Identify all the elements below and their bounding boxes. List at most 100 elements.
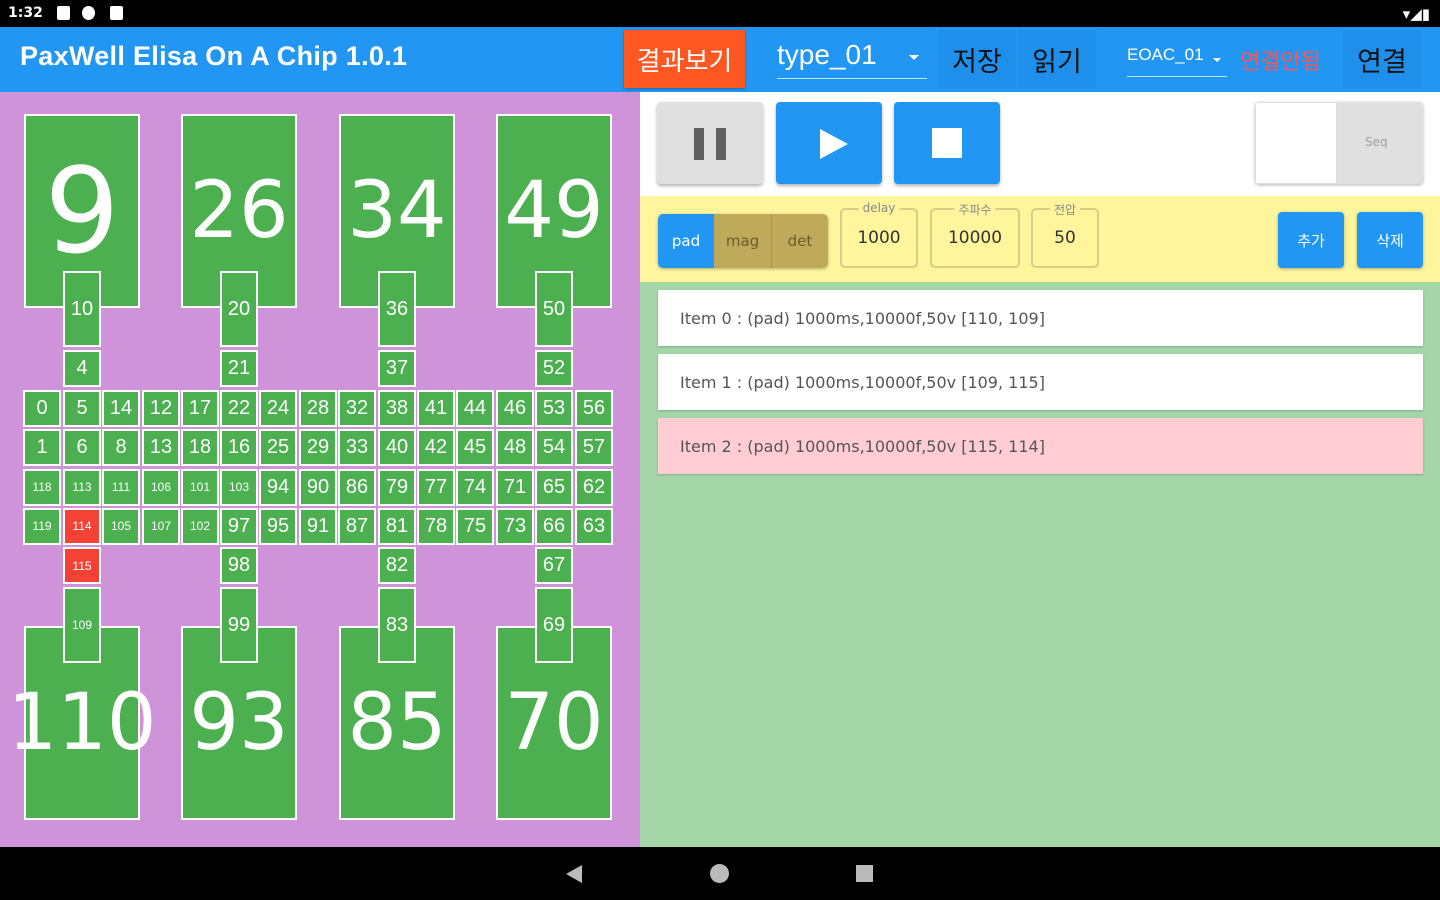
electrode-cell[interactable]: 97	[220, 507, 258, 545]
electrode-cell[interactable]: 37	[378, 350, 416, 387]
electrode-cell[interactable]: 79	[378, 468, 416, 506]
electrode-cell[interactable]: 87	[338, 507, 376, 545]
electrode-cell[interactable]: 69	[535, 587, 573, 663]
electrode-cell[interactable]: 106	[142, 468, 180, 506]
electrode-cell[interactable]: 6	[63, 428, 101, 466]
back-icon[interactable]	[566, 865, 582, 883]
electrode-cell[interactable]: 45	[456, 428, 494, 466]
electrode-cell[interactable]: 105	[102, 507, 140, 545]
electrode-cell[interactable]: 94	[259, 468, 297, 506]
electrode-cell[interactable]: 10	[63, 271, 101, 347]
electrode-cell[interactable]: 66	[535, 507, 573, 545]
electrode-cell[interactable]: 46	[496, 389, 534, 427]
electrode-cell[interactable]: 48	[496, 428, 534, 466]
recents-icon[interactable]	[856, 865, 873, 882]
electrode-cell[interactable]: 28	[299, 389, 337, 427]
electrode-cell[interactable]: 41	[417, 389, 455, 427]
electrode-cell[interactable]: 36	[378, 271, 416, 347]
electrode-cell[interactable]: 103	[220, 468, 258, 506]
seq-toggle[interactable]: Seq	[1255, 102, 1423, 184]
electrode-cell[interactable]: 74	[456, 468, 494, 506]
electrode-cell[interactable]: 102	[181, 507, 219, 545]
mode-mag[interactable]: mag	[714, 214, 772, 268]
results-button[interactable]: 결과보기	[624, 30, 745, 88]
mode-det[interactable]: det	[772, 214, 828, 268]
electrode-cell[interactable]: 62	[575, 468, 613, 506]
electrode-cell[interactable]: 13	[142, 428, 180, 466]
electrode-cell[interactable]: 22	[220, 389, 258, 427]
electrode-cell[interactable]: 0	[23, 389, 61, 427]
electrode-cell[interactable]: 42	[417, 428, 455, 466]
electrode-cell[interactable]: 101	[181, 468, 219, 506]
sequence-item[interactable]: Item 0 : (pad) 1000ms,10000f,50v [110, 1…	[658, 290, 1423, 346]
electrode-cell[interactable]: 98	[220, 547, 258, 584]
electrode-cell[interactable]: 75	[456, 507, 494, 545]
electrode-cell[interactable]: 1	[23, 428, 61, 466]
electrode-cell[interactable]: 33	[338, 428, 376, 466]
electrode-cell[interactable]: 83	[378, 587, 416, 663]
electrode-cell[interactable]: 71	[496, 468, 534, 506]
electrode-cell[interactable]: 18	[181, 428, 219, 466]
electrode-cell[interactable]: 119	[23, 507, 61, 545]
load-button[interactable]: 읽기	[1018, 30, 1096, 88]
electrode-cell[interactable]: 65	[535, 468, 573, 506]
home-icon[interactable]	[710, 864, 729, 883]
electrode-cell[interactable]: 115	[63, 547, 101, 584]
connect-button[interactable]: 연결	[1343, 30, 1421, 88]
sequence-item[interactable]: Item 1 : (pad) 1000ms,10000f,50v [109, 1…	[658, 354, 1423, 410]
type-select[interactable]: type_01	[777, 39, 927, 79]
electrode-cell[interactable]: 114	[63, 507, 101, 545]
electrode-cell[interactable]: 77	[417, 468, 455, 506]
frequency-field[interactable]: 주파수 10000	[930, 201, 1020, 268]
pause-button[interactable]	[657, 102, 763, 184]
electrode-cell[interactable]: 81	[378, 507, 416, 545]
electrode-cell[interactable]: 38	[378, 389, 416, 427]
electrode-cell[interactable]: 14	[102, 389, 140, 427]
electrode-cell[interactable]: 21	[220, 350, 258, 387]
electrode-cell[interactable]: 12	[142, 389, 180, 427]
electrode-cell[interactable]: 95	[259, 507, 297, 545]
electrode-cell[interactable]: 111	[102, 468, 140, 506]
electrode-cell[interactable]: 40	[378, 428, 416, 466]
electrode-cell[interactable]: 56	[575, 389, 613, 427]
electrode-cell[interactable]: 44	[456, 389, 494, 427]
play-button[interactable]	[776, 102, 882, 184]
electrode-cell[interactable]: 20	[220, 271, 258, 347]
electrode-cell[interactable]: 73	[496, 507, 534, 545]
electrode-cell[interactable]: 78	[417, 507, 455, 545]
electrode-cell[interactable]: 54	[535, 428, 573, 466]
voltage-field[interactable]: 전압 50	[1031, 201, 1099, 268]
electrode-cell[interactable]: 4	[63, 350, 101, 387]
save-button[interactable]: 저장	[938, 30, 1016, 88]
electrode-cell[interactable]: 113	[63, 468, 101, 506]
electrode-cell[interactable]: 50	[535, 271, 573, 347]
electrode-cell[interactable]: 118	[23, 468, 61, 506]
electrode-cell[interactable]: 24	[259, 389, 297, 427]
electrode-cell[interactable]: 91	[299, 507, 337, 545]
add-button[interactable]: 추가	[1278, 212, 1344, 268]
electrode-cell[interactable]: 99	[220, 587, 258, 663]
electrode-cell[interactable]: 53	[535, 389, 573, 427]
electrode-cell[interactable]: 25	[259, 428, 297, 466]
electrode-cell[interactable]: 5	[63, 389, 101, 427]
electrode-cell[interactable]: 90	[299, 468, 337, 506]
electrode-cell[interactable]: 57	[575, 428, 613, 466]
electrode-cell[interactable]: 17	[181, 389, 219, 427]
delete-button[interactable]: 삭제	[1357, 212, 1423, 268]
delay-field[interactable]: delay 1000	[840, 201, 918, 268]
electrode-cell[interactable]: 29	[299, 428, 337, 466]
electrode-cell[interactable]: 86	[338, 468, 376, 506]
electrode-cell[interactable]: 8	[102, 428, 140, 466]
electrode-cell[interactable]: 107	[142, 507, 180, 545]
electrode-cell[interactable]: 16	[220, 428, 258, 466]
device-select[interactable]: EOAC_01	[1127, 45, 1227, 77]
electrode-cell[interactable]: 109	[63, 587, 101, 663]
stop-button[interactable]	[894, 102, 1000, 184]
electrode-cell[interactable]: 32	[338, 389, 376, 427]
sequence-item-selected[interactable]: Item 2 : (pad) 1000ms,10000f,50v [115, 1…	[658, 418, 1423, 474]
electrode-cell[interactable]: 67	[535, 547, 573, 584]
mode-pad[interactable]: pad	[658, 214, 714, 268]
electrode-cell[interactable]: 63	[575, 507, 613, 545]
electrode-cell[interactable]: 82	[378, 547, 416, 584]
electrode-cell[interactable]: 52	[535, 350, 573, 387]
